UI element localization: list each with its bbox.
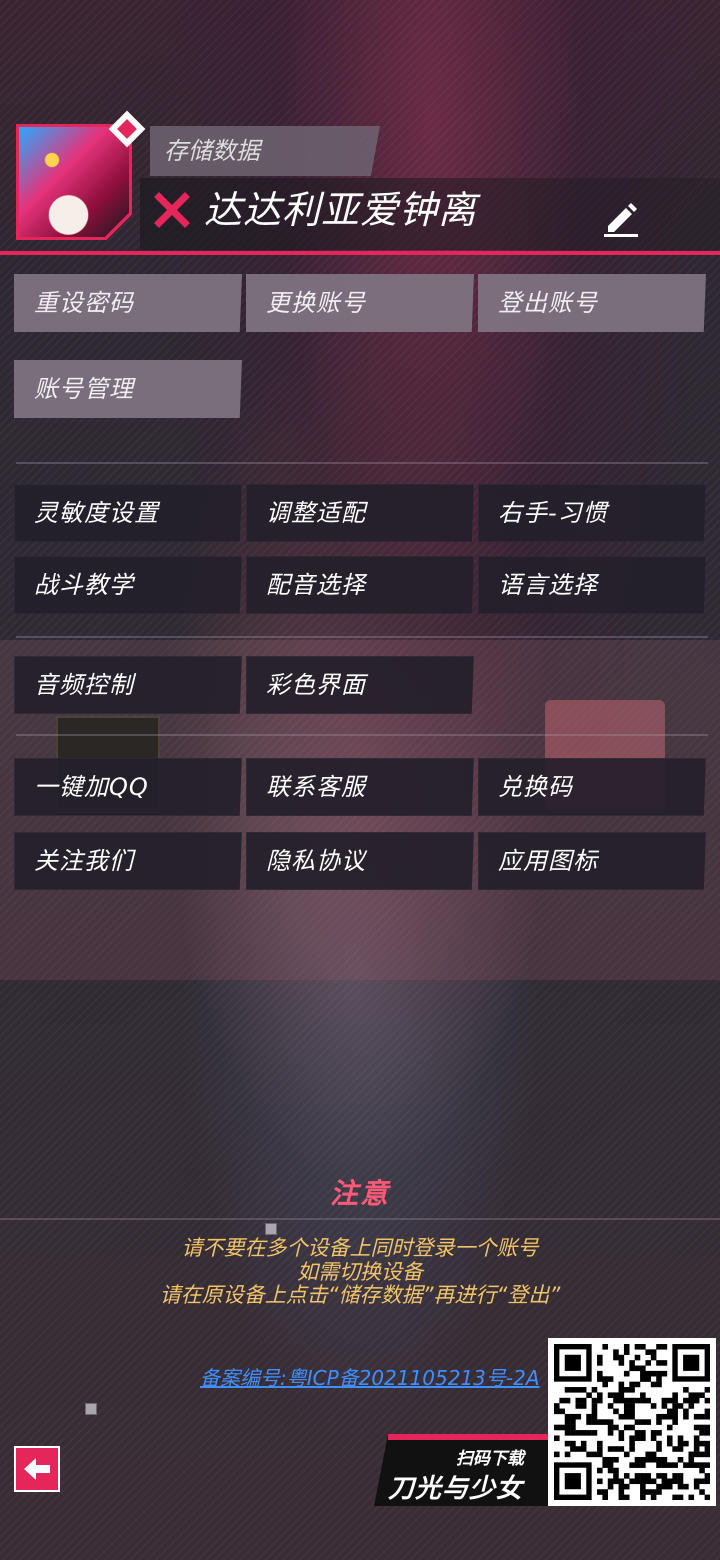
switch-account-button[interactable]: 更换账号: [246, 274, 474, 332]
section-divider: [16, 734, 708, 736]
section-divider: [16, 462, 708, 464]
section-divider: [16, 636, 708, 638]
handedness-button[interactable]: 右手-习惯: [478, 484, 706, 542]
game-title: 刀光与少女: [388, 1474, 524, 1504]
pencil-icon[interactable]: [600, 196, 642, 238]
notice-title: 注意: [329, 1177, 390, 1210]
header-divider: [0, 251, 720, 255]
redeem-code-button[interactable]: 兑换码: [478, 758, 706, 816]
download-card: 扫码下载 刀光与少女: [374, 1434, 550, 1506]
player-name: 达达利亚爱钟离: [204, 188, 478, 232]
profile-header: 存储数据 达达利亚爱钟离: [0, 0, 720, 260]
back-arrow-icon: [24, 1458, 50, 1480]
reset-password-button[interactable]: 重设密码: [14, 274, 242, 332]
icp-link[interactable]: 备案编号:粤ICP备2021105213号-2A: [200, 1362, 540, 1391]
voice-select-button[interactable]: 配音选择: [246, 556, 474, 614]
account-management-button[interactable]: 账号管理: [14, 360, 242, 418]
close-icon: [154, 192, 190, 228]
broken-image-icon: [265, 1223, 277, 1235]
notice-line: 请不要在多个设备上同时登录一个账号: [181, 1236, 539, 1260]
audio-control-button[interactable]: 音频控制: [14, 656, 242, 714]
qr-code[interactable]: [548, 1338, 716, 1506]
qr-code-image: [554, 1344, 711, 1501]
broken-image-icon: [85, 1403, 97, 1415]
app-icon-button[interactable]: 应用图标: [478, 832, 706, 890]
notice-line: 请在原设备上点击“储存数据”再进行“登出”: [159, 1283, 561, 1307]
adjust-fit-button[interactable]: 调整适配: [246, 484, 474, 542]
avatar[interactable]: [16, 124, 132, 240]
avatar-image: [19, 127, 129, 237]
join-qq-button[interactable]: 一键加QQ: [14, 758, 242, 816]
privacy-policy-button[interactable]: 隐私协议: [246, 832, 474, 890]
notice-line: 如需切换设备: [297, 1260, 423, 1284]
back-button[interactable]: [14, 1446, 60, 1492]
notice-divider: [0, 1218, 720, 1220]
sensitivity-settings-button[interactable]: 灵敏度设置: [14, 484, 242, 542]
color-ui-button[interactable]: 彩色界面: [246, 656, 474, 714]
download-subtitle: 扫码下载: [456, 1449, 524, 1469]
download-card-accent: [388, 1434, 550, 1440]
save-data-button[interactable]: 存储数据: [150, 126, 380, 176]
language-select-button[interactable]: 语言选择: [478, 556, 706, 614]
follow-us-button[interactable]: 关注我们: [14, 832, 242, 890]
logout-button[interactable]: 登出账号: [478, 274, 706, 332]
customer-service-button[interactable]: 联系客服: [246, 758, 474, 816]
combat-tutorial-button[interactable]: 战斗教学: [14, 556, 242, 614]
